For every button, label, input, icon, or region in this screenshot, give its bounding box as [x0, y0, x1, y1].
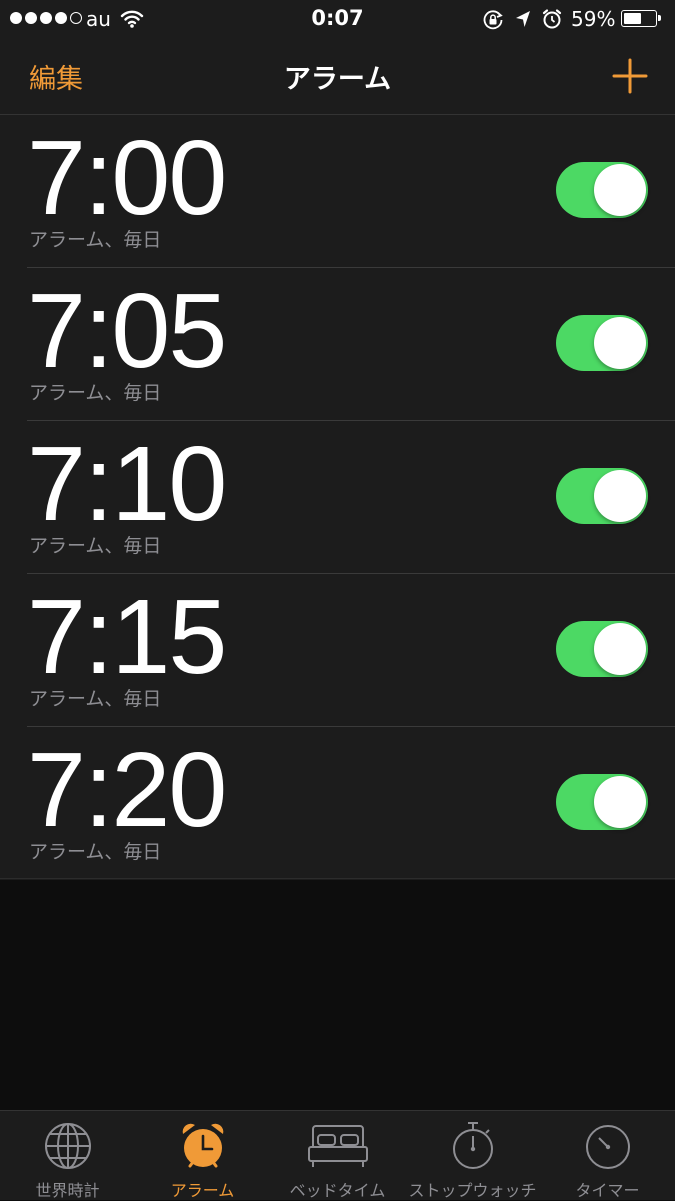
- toggle-knob: [594, 776, 646, 828]
- battery-level-fill: [624, 13, 641, 24]
- tab-timer[interactable]: タイマー: [540, 1111, 675, 1200]
- alarm-label: アラーム、毎日: [29, 688, 162, 710]
- toggle-knob: [594, 470, 646, 522]
- alarm-time: 7:00: [27, 119, 227, 237]
- tab-label: アラーム: [170, 1181, 235, 1200]
- tab-label: 世界時計: [35, 1181, 100, 1200]
- alarm-row[interactable]: 7:20 アラーム、毎日: [27, 727, 675, 880]
- tab-alarm[interactable]: アラーム: [135, 1111, 270, 1200]
- tab-label: ベッドタイム: [289, 1181, 386, 1200]
- toggle-knob: [594, 623, 646, 675]
- list-divider: [0, 878, 675, 879]
- tab-label: タイマー: [575, 1181, 640, 1200]
- alarm-toggle[interactable]: [556, 162, 648, 218]
- alarm-toggle[interactable]: [556, 315, 648, 371]
- alarm-label: アラーム、毎日: [29, 841, 162, 863]
- alarm-list: 7:00 アラーム、毎日 7:05 アラーム、毎日 7:10 アラーム、毎日 7…: [0, 115, 675, 880]
- alarm-toggle[interactable]: [556, 468, 648, 524]
- toggle-knob: [594, 317, 646, 369]
- tab-label: ストップウォッチ: [408, 1181, 537, 1200]
- globe-icon: [43, 1121, 93, 1175]
- alarm-row[interactable]: 7:10 アラーム、毎日: [27, 421, 675, 574]
- alarm-status-icon: [541, 8, 563, 34]
- timer-icon: [583, 1121, 633, 1175]
- bed-icon: [307, 1121, 369, 1175]
- add-alarm-button[interactable]: [612, 58, 648, 94]
- stopwatch-icon: [448, 1121, 498, 1175]
- alarm-time: 7:15: [27, 578, 227, 696]
- alarm-row[interactable]: 7:00 アラーム、毎日: [27, 115, 675, 268]
- alarm-toggle[interactable]: [556, 774, 648, 830]
- alarm-time: 7:05: [27, 272, 227, 390]
- status-bar: au 0:07 59%: [0, 0, 675, 40]
- tab-bedtime[interactable]: ベッドタイム: [270, 1111, 405, 1200]
- orientation-lock-icon: [482, 9, 504, 35]
- alarm-clock-icon: [178, 1121, 228, 1175]
- alarm-time: 7:20: [27, 731, 227, 849]
- tab-stopwatch[interactable]: ストップウォッチ: [405, 1111, 540, 1200]
- alarm-label: アラーム、毎日: [29, 535, 162, 557]
- alarm-row[interactable]: 7:15 アラーム、毎日: [27, 574, 675, 727]
- alarm-time: 7:10: [27, 425, 227, 543]
- alarm-label: アラーム、毎日: [29, 382, 162, 404]
- page-title: アラーム: [283, 64, 392, 95]
- tab-bar: 世界時計 アラーム ベッドタイム ストップウォッチ タイマー: [0, 1110, 675, 1200]
- tab-world-clock[interactable]: 世界時計: [0, 1111, 135, 1200]
- alarm-row[interactable]: 7:05 アラーム、毎日: [27, 268, 675, 421]
- navigation-bar: 編集 アラーム: [0, 40, 675, 115]
- toggle-knob: [594, 164, 646, 216]
- alarm-label: アラーム、毎日: [29, 229, 162, 251]
- battery-percentage: 59%: [571, 7, 616, 31]
- location-arrow-icon: [514, 9, 532, 33]
- alarm-toggle[interactable]: [556, 621, 648, 677]
- plus-icon: [612, 58, 648, 94]
- battery-icon: [621, 10, 661, 27]
